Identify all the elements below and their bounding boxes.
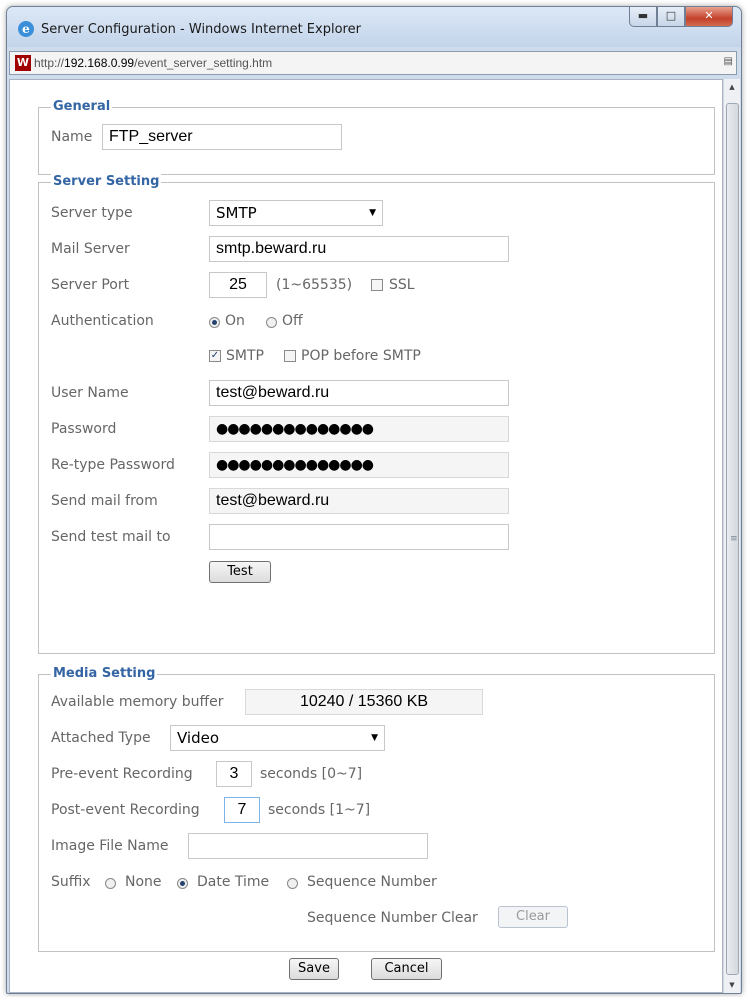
cancel-button[interactable]: Cancel xyxy=(371,958,442,980)
suffix-label: Suffix xyxy=(51,874,91,890)
send-test-mail-to-label: Send test mail to xyxy=(51,529,171,545)
send-mail-from-input[interactable]: test@beward.ru xyxy=(209,488,509,514)
smtp-label: SMTP xyxy=(226,348,264,364)
server-setting-section: Server Setting Server type SMTP ▼ Mail Se… xyxy=(38,174,715,654)
scroll-up-icon[interactable]: ▲ xyxy=(724,79,740,95)
post-event-input[interactable]: 7 xyxy=(224,797,260,823)
suffix-sequence-radio[interactable] xyxy=(287,878,298,889)
address-bar[interactable]: W http://192.168.0.99/event_server_setti… xyxy=(9,51,737,75)
suffix-datetime-radio[interactable] xyxy=(177,878,188,889)
image-file-name-input[interactable] xyxy=(188,833,428,859)
send-test-mail-to-input[interactable] xyxy=(209,524,509,550)
mail-server-label: Mail Server xyxy=(51,241,130,257)
server-port-label: Server Port xyxy=(51,277,130,293)
retype-password-input[interactable]: ●●●●●●●●●●●●●● xyxy=(209,452,509,478)
smtp-checkbox[interactable]: ✓ xyxy=(209,350,221,362)
ie-logo-icon: e xyxy=(18,21,34,37)
pop-before-smtp-label: POP before SMTP xyxy=(301,348,421,364)
post-event-unit: seconds [1~7] xyxy=(268,802,371,818)
name-label: Name xyxy=(51,129,93,145)
scroll-down-icon[interactable]: ▼ xyxy=(724,977,740,993)
chevron-down-icon: ▼ xyxy=(371,733,378,743)
maximize-button[interactable]: □ xyxy=(657,7,685,27)
server-type-value: SMTP xyxy=(216,204,257,222)
name-input[interactable]: FTP_server xyxy=(102,124,342,150)
suffix-none-radio[interactable] xyxy=(105,878,116,889)
pre-event-unit: seconds [0~7] xyxy=(260,766,363,782)
server-port-input[interactable]: 25 xyxy=(209,272,267,298)
pop-before-smtp-checkbox[interactable] xyxy=(284,350,296,362)
page-info-icon[interactable]: ▤ xyxy=(724,56,733,67)
general-legend: General xyxy=(51,99,113,114)
ssl-label: SSL xyxy=(389,277,415,293)
send-mail-from-label: Send mail from xyxy=(51,493,158,509)
save-button[interactable]: Save xyxy=(289,958,339,980)
ssl-checkbox[interactable] xyxy=(371,279,383,291)
general-section: General Name FTP_server xyxy=(38,99,715,175)
suffix-none-label: None xyxy=(125,874,162,890)
chevron-down-icon: ▼ xyxy=(369,208,376,218)
server-port-range: (1~65535) xyxy=(276,277,353,293)
auth-on-label: On xyxy=(225,313,245,329)
close-button[interactable]: ✕ xyxy=(685,7,733,27)
site-favicon-icon: W xyxy=(15,55,31,71)
address-url: http://192.168.0.99/event_server_setting… xyxy=(34,56,273,70)
suffix-datetime-label: Date Time xyxy=(197,874,270,890)
scrollbar-thumb[interactable]: ≡ xyxy=(726,103,739,975)
title-bar: e Server Configuration - Windows Interne… xyxy=(7,7,741,47)
attached-type-value: Video xyxy=(177,729,220,747)
grip-icon: ≡ xyxy=(730,534,738,544)
browser-window: e Server Configuration - Windows Interne… xyxy=(6,6,742,994)
user-name-label: User Name xyxy=(51,385,129,401)
media-setting-legend: Media Setting xyxy=(51,666,158,681)
mail-server-input[interactable]: smtp.beward.ru xyxy=(209,236,509,262)
memory-buffer-value: 10240 / 15360 KB xyxy=(245,689,483,715)
password-label: Password xyxy=(51,421,117,437)
clear-button[interactable]: Clear xyxy=(498,906,568,928)
window-controls: ▬ □ ✕ xyxy=(629,7,733,29)
auth-off-radio[interactable] xyxy=(266,317,277,328)
pre-event-label: Pre-event Recording xyxy=(51,766,193,782)
media-setting-section: Media Setting Available memory buffer 10… xyxy=(38,666,715,952)
auth-on-radio[interactable] xyxy=(209,317,220,328)
post-event-label: Post-event Recording xyxy=(51,802,200,818)
server-type-select[interactable]: SMTP ▼ xyxy=(209,200,383,226)
test-button[interactable]: Test xyxy=(209,561,271,583)
minimize-button[interactable]: ▬ xyxy=(629,7,657,27)
suffix-sequence-label: Sequence Number xyxy=(307,874,437,890)
retype-password-label: Re-type Password xyxy=(51,457,175,473)
auth-off-label: Off xyxy=(282,313,303,329)
image-file-name-label: Image File Name xyxy=(51,838,169,854)
password-input[interactable]: ●●●●●●●●●●●●●● xyxy=(209,416,509,442)
memory-buffer-label: Available memory buffer xyxy=(51,694,224,710)
server-type-label: Server type xyxy=(51,205,133,221)
pre-event-input[interactable]: 3 xyxy=(216,761,252,787)
sequence-clear-label: Sequence Number Clear xyxy=(307,910,478,926)
user-name-input[interactable]: test@beward.ru xyxy=(209,380,509,406)
vertical-scrollbar[interactable]: ▲ ≡ ▼ xyxy=(723,79,740,993)
window-title: Server Configuration - Windows Internet … xyxy=(41,22,361,37)
server-setting-legend: Server Setting xyxy=(51,174,162,189)
attached-type-select[interactable]: Video ▼ xyxy=(170,725,385,751)
page-content: General Name FTP_server Server Setting S… xyxy=(9,79,723,993)
attached-type-label: Attached Type xyxy=(51,730,151,746)
authentication-label: Authentication xyxy=(51,313,154,329)
